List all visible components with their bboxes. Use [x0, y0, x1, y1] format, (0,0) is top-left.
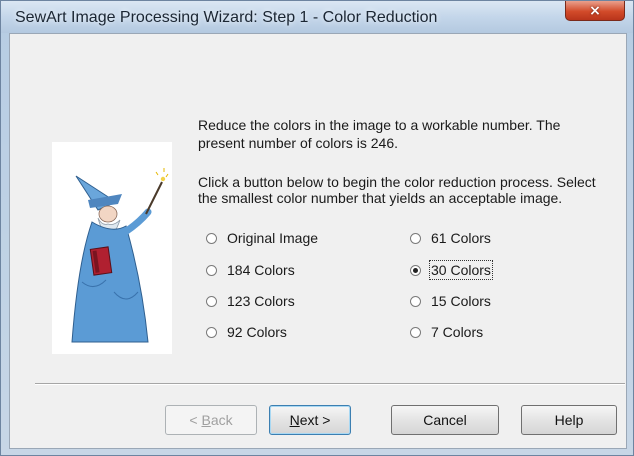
- radio-button[interactable]: [206, 295, 217, 307]
- radio-button-selected[interactable]: [410, 264, 421, 276]
- radio-button[interactable]: [410, 232, 421, 244]
- instruction-text: Click a button below to begin the color …: [198, 174, 596, 206]
- radio-label: Original Image: [227, 230, 319, 246]
- radio-label: 7 Colors: [431, 324, 484, 340]
- window-title: SewArt Image Processing Wizard: Step 1 -…: [15, 9, 438, 26]
- radio-92-colors[interactable]: 92 Colors: [206, 324, 287, 340]
- wizard-icon: [71, 168, 169, 343]
- radio-label: 61 Colors: [431, 230, 491, 246]
- close-icon: ×: [589, 2, 601, 19]
- radio-61-colors[interactable]: 61 Colors: [410, 230, 491, 246]
- next-button[interactable]: Next >: [269, 405, 351, 435]
- radio-15-colors[interactable]: 15 Colors: [410, 293, 491, 309]
- radio-123-colors[interactable]: 123 Colors: [206, 293, 295, 309]
- button-separator: [35, 383, 625, 385]
- radio-button[interactable]: [410, 326, 421, 338]
- radio-button[interactable]: [206, 232, 217, 244]
- radio-30-colors[interactable]: 30 Colors: [410, 260, 493, 280]
- cancel-button[interactable]: Cancel: [391, 405, 499, 435]
- dialog-body: Reduce the colors in the image to a work…: [9, 33, 627, 449]
- wizard-window: SewArt Image Processing Wizard: Step 1 -…: [0, 0, 634, 456]
- radio-label: 30 Colors: [429, 260, 493, 280]
- help-button[interactable]: Help: [521, 405, 617, 435]
- back-accelerator: B: [201, 412, 211, 428]
- back-prefix: <: [189, 412, 202, 428]
- back-button[interactable]: < Back: [165, 405, 257, 435]
- intro-text: Reduce the colors in the image to a work…: [198, 117, 561, 151]
- radio-button[interactable]: [410, 295, 421, 307]
- radio-label: 123 Colors: [227, 293, 295, 309]
- radio-label: 15 Colors: [431, 293, 491, 309]
- back-label-rest: ack: [210, 412, 233, 428]
- radio-7-colors[interactable]: 7 Colors: [410, 324, 483, 340]
- title-bar[interactable]: SewArt Image Processing Wizard: Step 1 -…: [1, 1, 633, 33]
- radio-original-image[interactable]: Original Image: [206, 230, 318, 246]
- wizard-illustration: [52, 142, 172, 354]
- next-accelerator: N: [289, 412, 300, 428]
- radio-button[interactable]: [206, 264, 217, 276]
- radio-label: 92 Colors: [227, 324, 287, 340]
- next-label-rest: ext >: [299, 412, 331, 428]
- radio-184-colors[interactable]: 184 Colors: [206, 262, 295, 278]
- close-button[interactable]: ×: [565, 1, 625, 21]
- radio-button[interactable]: [206, 326, 217, 338]
- radio-label: 184 Colors: [227, 262, 295, 278]
